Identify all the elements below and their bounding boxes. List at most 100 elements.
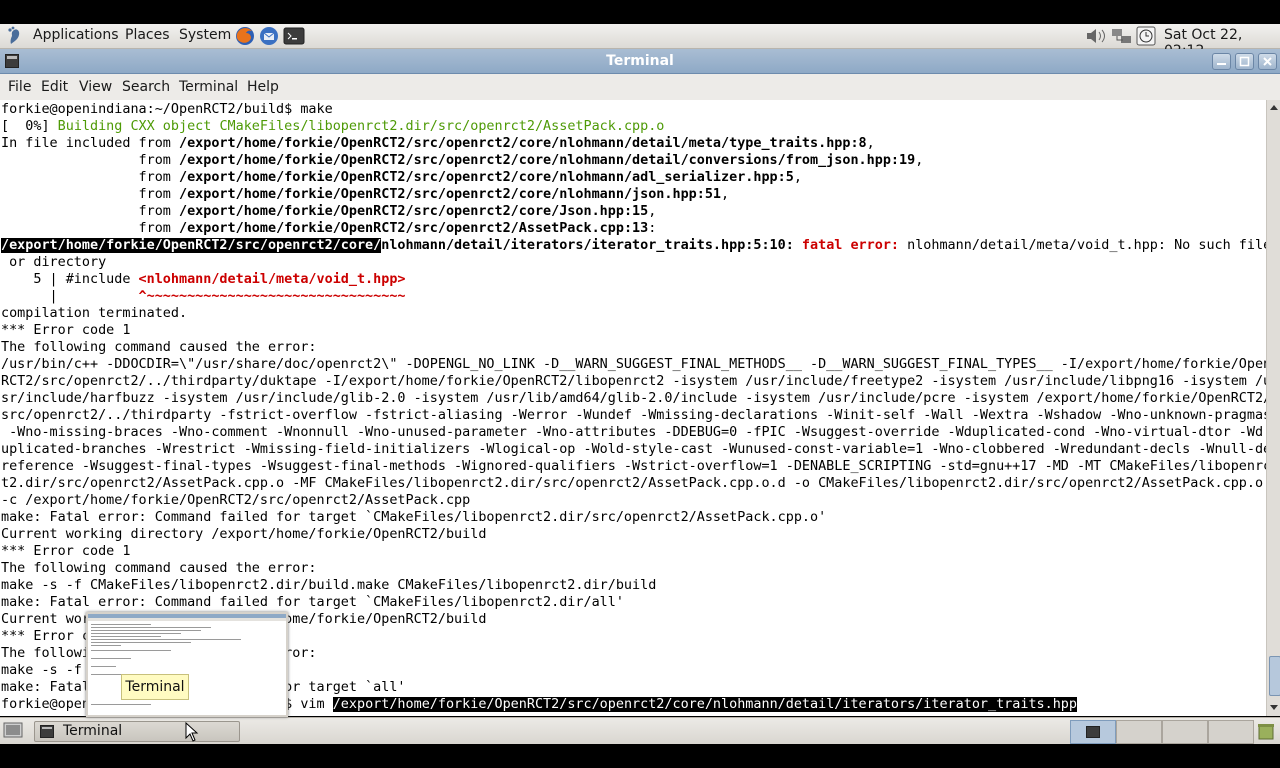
terminal-text: /export/home/forkie/OpenRCT2/src/openrct…	[1, 238, 382, 253]
terminal-text: /export/home/forkie/OpenRCT2/src/openrct…	[178, 153, 916, 168]
terminal-line: make -s -f CMakeFiles/libopenrct2.dir/bu…	[1, 577, 656, 594]
maximize-icon	[1239, 56, 1250, 67]
terminal-scrollbar[interactable]	[1266, 100, 1280, 716]
terminal-text: -Wno-missing-braces -Wno-comment -Wnonnu…	[1, 425, 1264, 440]
terminal-menubar: File Edit View Search Terminal Help	[0, 74, 1280, 101]
terminal-line: *** Error code 1	[1, 322, 130, 339]
terminal-line: from /export/home/forkie/OpenRCT2/src/op…	[1, 186, 730, 203]
clock-applet-icon[interactable]	[1136, 26, 1156, 46]
terminal-text: /export/home/forkie/OpenRCT2/src/openrct…	[178, 170, 794, 185]
terminal-text: from	[1, 187, 179, 202]
terminal-text: Building CXX object CMakeFiles/libopenrc…	[57, 119, 665, 134]
terminal-text: -c /export/home/forkie/OpenRCT2/src/open…	[1, 493, 471, 508]
window-preview-thumbnail	[86, 612, 288, 717]
terminal-line: make: Fatal error: Command failed for ta…	[1, 509, 826, 526]
menu-help[interactable]: Help	[247, 79, 279, 95]
terminal-line: The following command caused the error:	[1, 560, 317, 577]
show-desktop-icon[interactable]	[3, 722, 23, 739]
terminal-text: Current working directory /export/home/f…	[1, 527, 487, 542]
workspace-4[interactable]	[1208, 720, 1254, 744]
terminal-text: uplicated-branches -Wrestrict -Wmissing-…	[1, 442, 1266, 457]
terminal-line: from /export/home/forkie/OpenRCT2/src/op…	[1, 152, 924, 169]
taskbar-terminal-button[interactable]: Terminal	[34, 721, 240, 742]
terminal-text: fatal error:	[801, 238, 900, 253]
taskbar-terminal-label: Terminal	[63, 723, 123, 739]
terminal-text: from	[1, 221, 179, 236]
terminal-text: *** Error code 1	[1, 544, 131, 559]
window-titlebar[interactable]: Terminal	[0, 49, 1280, 74]
terminal-text: ,	[866, 136, 875, 151]
menu-edit[interactable]: Edit	[41, 79, 68, 95]
terminal-text: make -s -f CMakeFiles/libopenrct2.dir/bu…	[1, 578, 657, 593]
terminal-line: t2.dir/src/openrct2/AssetPack.cpp.o -MF …	[1, 475, 1263, 492]
terminal-line: RCT2/src/openrct2/../thirdparty/duktape …	[1, 373, 1266, 390]
scroll-up-icon[interactable]	[1269, 103, 1279, 111]
terminal-text: <nlohmann/detail/meta/void_t.hpp>	[138, 272, 406, 287]
terminal-line: src/openrct2/../thirdparty -fstrict-over…	[1, 407, 1266, 424]
terminal-line: uplicated-branches -Wrestrict -Wmissing-…	[1, 441, 1266, 458]
terminal-line: /usr/bin/c++ -DDOCDIR=\"/usr/share/doc/o…	[1, 356, 1266, 373]
terminal-text: *** Error code 1	[1, 323, 131, 338]
menu-view[interactable]: View	[79, 79, 112, 95]
terminal-line: [ 0%] Building CXX object CMakeFiles/lib…	[1, 118, 664, 135]
terminal-text: ^~~~~~~~~~~~~~~~~~~~~~~~~~~~~~~~~	[138, 289, 406, 304]
trash-icon[interactable]	[1256, 721, 1276, 741]
minimize-button[interactable]	[1212, 53, 1231, 70]
scrollbar-thumb[interactable]	[1269, 656, 1280, 696]
terminal-text: :	[648, 221, 657, 236]
menu-search[interactable]: Search	[122, 79, 170, 95]
terminal-text: ,	[915, 153, 924, 168]
terminal-text: /export/home/forkie/OpenRCT2/src/openrct…	[178, 136, 867, 151]
thunderbird-icon[interactable]	[258, 25, 280, 47]
terminal-text: 5 | #include	[1, 272, 139, 287]
maximize-button[interactable]	[1235, 53, 1254, 70]
firefox-icon[interactable]	[234, 25, 256, 47]
terminal-launcher-icon[interactable]	[283, 25, 305, 47]
workspace-2[interactable]	[1116, 720, 1162, 744]
terminal-line: from /export/home/forkie/OpenRCT2/src/op…	[1, 220, 657, 237]
workspace-1[interactable]	[1070, 720, 1116, 744]
terminal-text: |	[1, 289, 139, 304]
terminal-text: ,	[793, 170, 802, 185]
terminal-line: compilation terminated.	[1, 305, 187, 322]
terminal-text: sr/include/harfbuzz -isystem /usr/includ…	[1, 391, 1266, 406]
gnome-foot-icon[interactable]	[5, 26, 25, 46]
terminal-line: forkie@openindiana:~/OpenRCT2/build$ mak…	[1, 101, 333, 118]
scroll-down-icon[interactable]	[1269, 704, 1279, 712]
places-menu[interactable]: Places	[125, 27, 170, 43]
terminal-text: from	[1, 204, 179, 219]
terminal-text: /usr/bin/c++ -DDOCDIR=\"/usr/share/doc/o…	[1, 357, 1266, 372]
system-menu[interactable]: System	[179, 27, 231, 43]
terminal-line: from /export/home/forkie/OpenRCT2/src/op…	[1, 203, 657, 220]
menu-terminal[interactable]: Terminal	[179, 79, 238, 95]
terminal-text: ,	[721, 187, 730, 202]
terminal-text: src/openrct2/../thirdparty -fstrict-over…	[1, 408, 1266, 423]
terminal-text: The following command caused the error:	[1, 340, 317, 355]
terminal-text: forkie@openindiana:~/OpenRCT2/build$ mak…	[1, 102, 333, 117]
workspace-window-icon	[1086, 726, 1100, 738]
terminal-text: compilation terminated.	[1, 306, 188, 321]
terminal-line: Current working directory /export/home/f…	[1, 526, 486, 543]
taskbar-tooltip: Terminal	[121, 674, 189, 700]
terminal-text: /export/home/forkie/OpenRCT2/src/openrct…	[178, 221, 649, 236]
terminal-text: [ 0%]	[1, 119, 58, 134]
volume-icon[interactable]	[1085, 27, 1107, 45]
terminal-line: reference -Wsuggest-final-types -Wsugges…	[1, 458, 1266, 475]
terminal-task-icon	[40, 725, 54, 738]
workspace-3[interactable]	[1162, 720, 1208, 744]
close-button[interactable]	[1258, 53, 1277, 70]
terminal-text: from	[1, 170, 179, 185]
terminal-text: from	[1, 153, 179, 168]
terminal-text: RCT2/src/openrct2/../thirdparty/duktape …	[1, 374, 1266, 389]
network-icon[interactable]	[1110, 27, 1134, 45]
terminal-line: | ^~~~~~~~~~~~~~~~~~~~~~~~~~~~~~~~~	[1, 288, 406, 305]
terminal-text: make: Fatal error: Command failed for ta…	[1, 510, 827, 525]
terminal-text: or directory	[1, 255, 107, 270]
terminal-text: nlohmann/detail/meta/void_t.hpp: No such…	[899, 238, 1266, 253]
terminal-text: /export/home/forkie/OpenRCT2/src/openrct…	[178, 204, 649, 219]
mouse-pointer-icon	[185, 722, 199, 742]
applications-menu[interactable]: Applications	[33, 27, 119, 43]
menu-file[interactable]: File	[8, 79, 31, 95]
terminal-text: t2.dir/src/openrct2/AssetPack.cpp.o -MF …	[1, 476, 1264, 491]
